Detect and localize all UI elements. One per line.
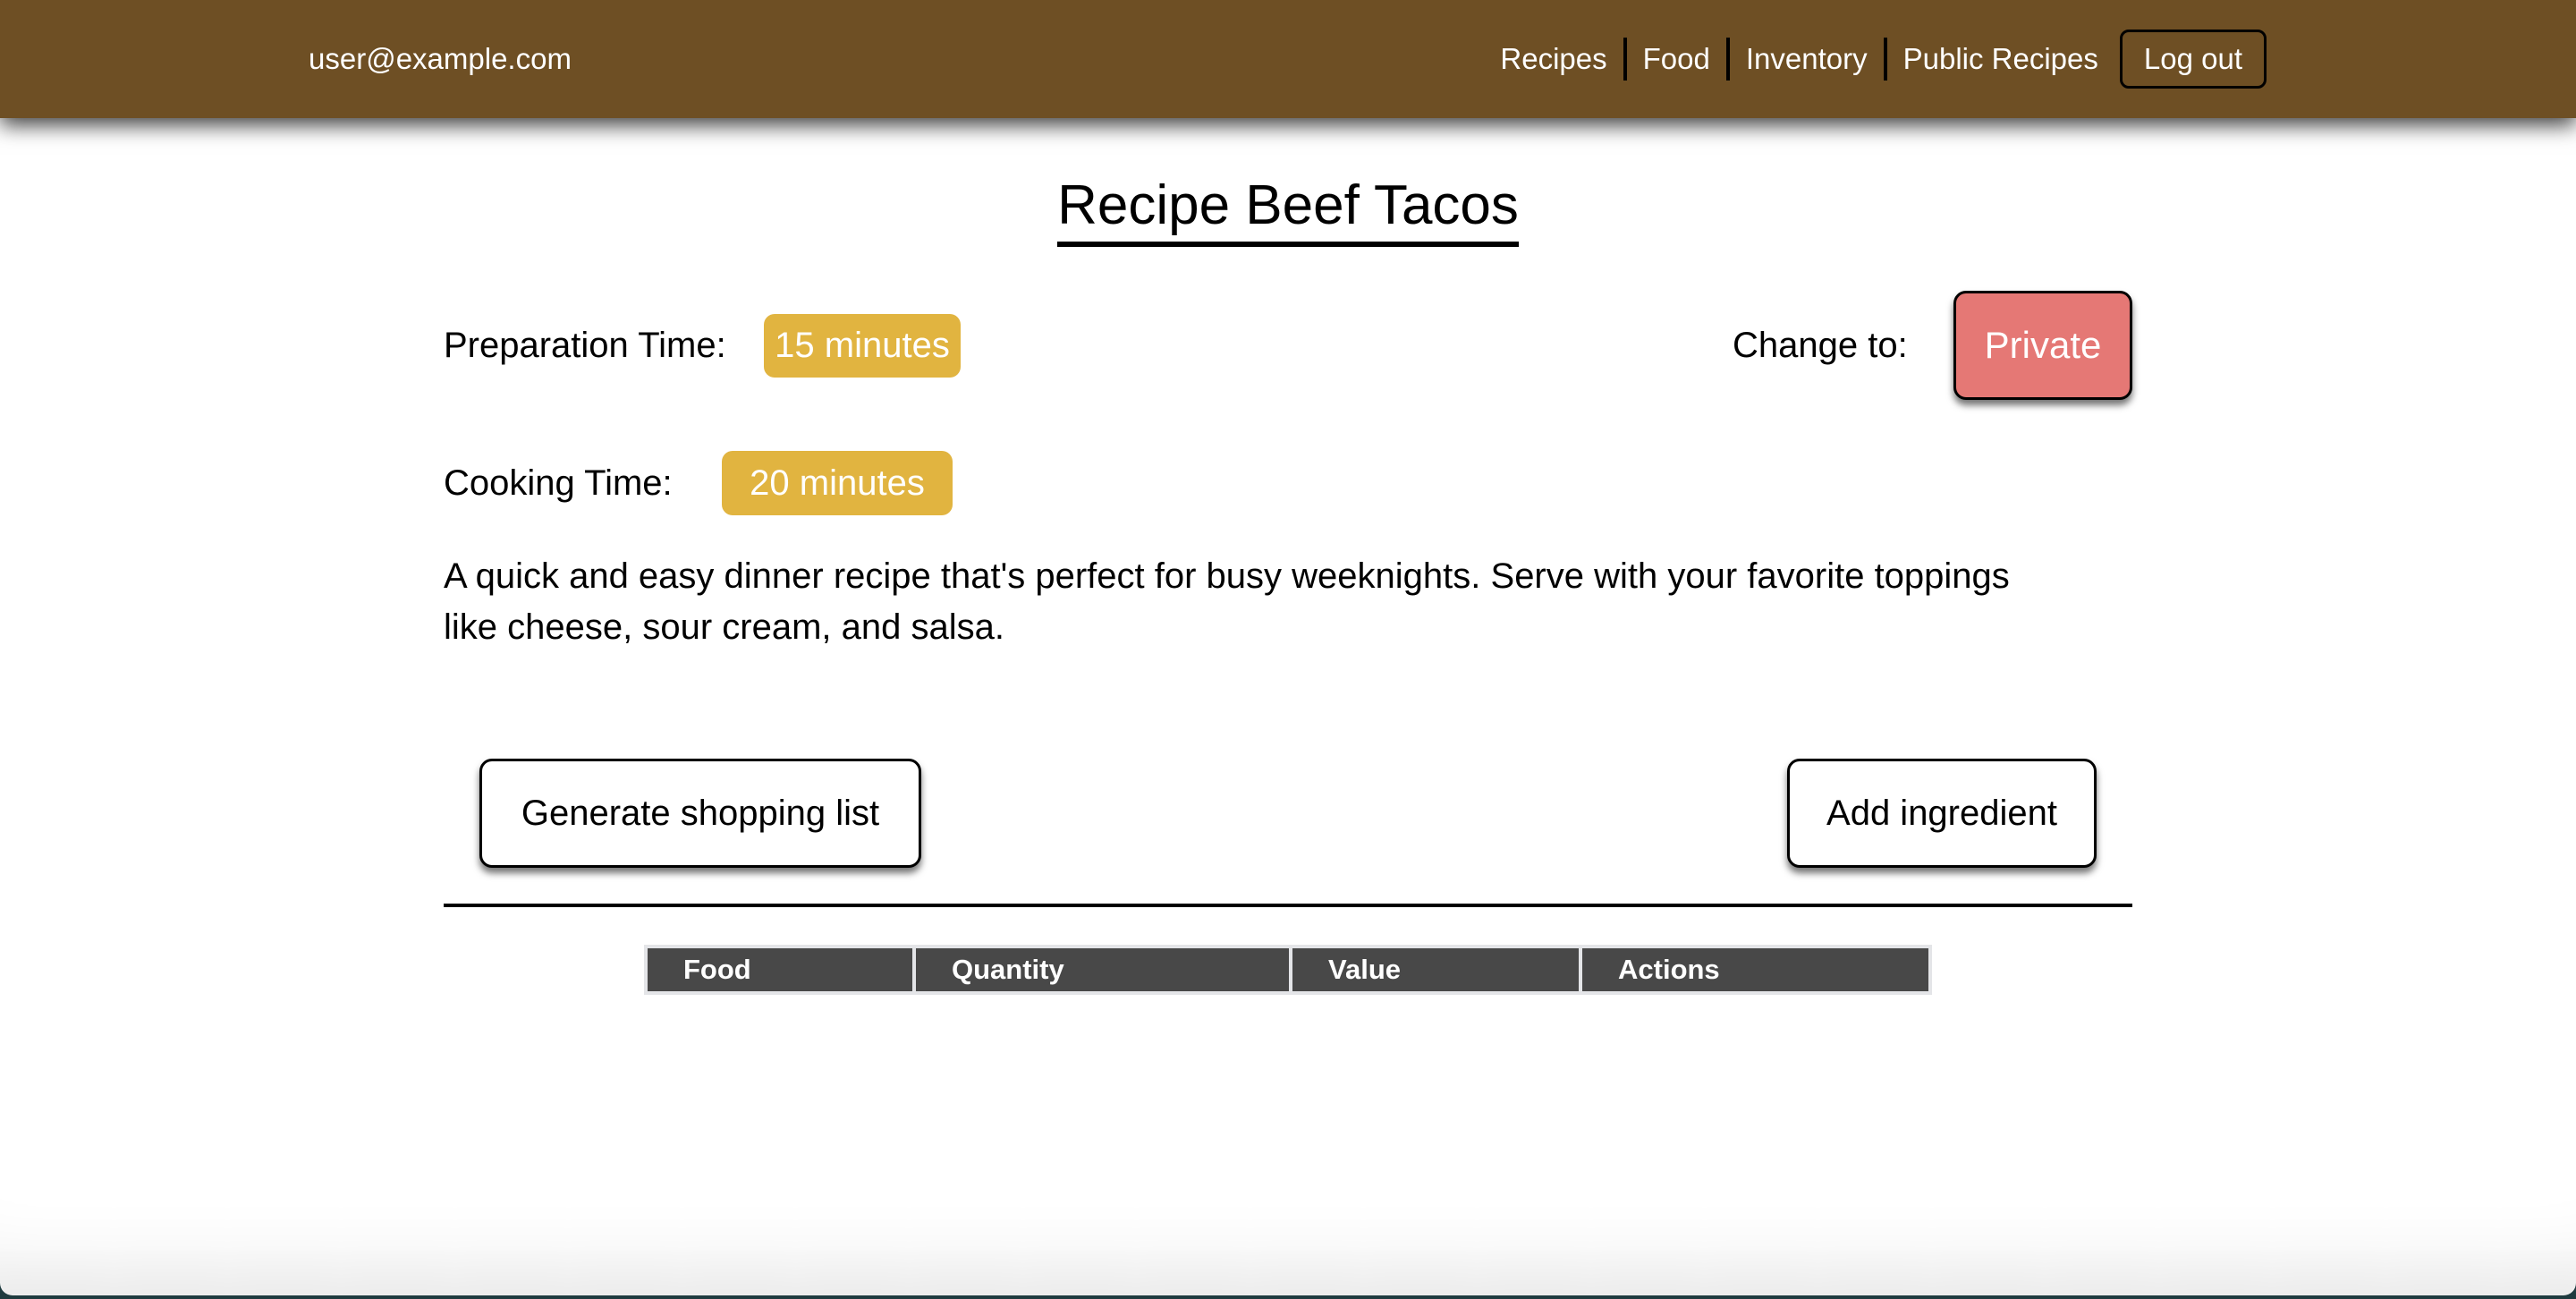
visibility-label: Change to:	[1733, 326, 1908, 365]
nav-link-recipes[interactable]: Recipes	[1500, 39, 1623, 79]
preparation-time-badge: 15 minutes	[764, 314, 961, 378]
logout-button[interactable]: Log out	[2119, 30, 2267, 89]
toggle-private-button[interactable]: Private	[1953, 291, 2132, 400]
column-header-quantity: Quantity	[916, 948, 1289, 991]
recipe-title: Recipe Beef Tacos	[1057, 172, 1519, 247]
page: user@example.com Recipes Food Inventory …	[0, 0, 2576, 1295]
nav-links: Recipes Food Inventory Public Recipes Lo…	[1500, 29, 2267, 89]
column-header-value: Value	[1292, 948, 1579, 991]
column-header-actions: Actions	[1582, 948, 1928, 991]
section-divider	[444, 904, 2132, 907]
page-title: Recipe Beef Tacos	[0, 172, 2576, 247]
nav-link-public-recipes[interactable]: Public Recipes	[1887, 39, 2114, 79]
table-header-row: Food Quantity Value Actions	[648, 948, 1928, 991]
user-email: user@example.com	[309, 42, 572, 75]
ingredients-table: Food Quantity Value Actions	[644, 945, 1932, 995]
nav-link-food[interactable]: Food	[1627, 39, 1726, 79]
nav-link-inventory[interactable]: Inventory	[1730, 39, 1884, 79]
cooking-time-label: Cooking Time:	[444, 463, 673, 503]
navbar: user@example.com Recipes Food Inventory …	[0, 0, 2576, 118]
preparation-time-label: Preparation Time:	[444, 326, 726, 365]
add-ingredient-button[interactable]: Add ingredient	[1787, 759, 2097, 868]
generate-shopping-list-button[interactable]: Generate shopping list	[479, 759, 921, 868]
cooking-time-badge: 20 minutes	[722, 451, 953, 515]
column-header-food: Food	[648, 948, 912, 991]
recipe-description: A quick and easy dinner recipe that's pe…	[444, 556, 2010, 647]
